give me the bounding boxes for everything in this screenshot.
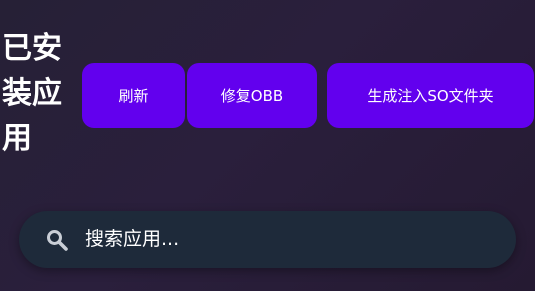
search-input[interactable] <box>85 219 495 259</box>
refresh-button[interactable]: 刷新 <box>82 63 185 128</box>
search-bar[interactable] <box>19 211 516 268</box>
generate-so-folder-button[interactable]: 生成注入SO文件夹 <box>327 63 534 128</box>
page-title: 已安装应用 <box>2 31 62 156</box>
search-icon <box>45 228 69 252</box>
fix-obb-button[interactable]: 修复OBB <box>187 63 317 128</box>
